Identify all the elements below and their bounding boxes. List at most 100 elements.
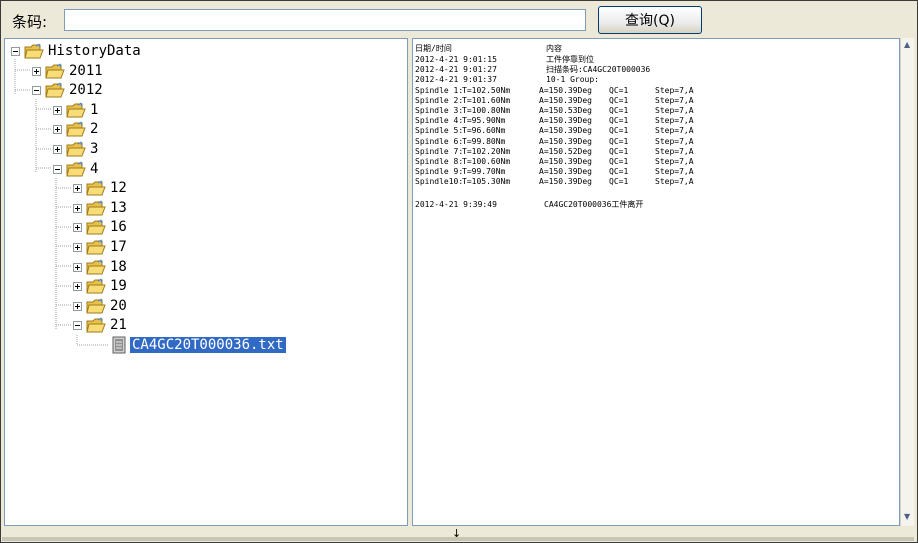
- tree-day-17[interactable]: 17: [73, 237, 129, 257]
- spindle-step: Step=7,A: [655, 106, 694, 115]
- spindle-step: Step=7,A: [655, 157, 694, 166]
- expand-icon[interactable]: [53, 124, 62, 134]
- log-time: 2012-4-21 9:01:37: [415, 75, 497, 85]
- tree-month-2[interactable]: 2: [53, 119, 100, 139]
- tree-root-historydata[interactable]: HistoryData: [11, 41, 143, 61]
- spindle-torque: T=102.20Nm: [462, 147, 511, 156]
- history-tree-panel[interactable]: HistoryData 2011 2012 1 2 3 4 12 13 16 17 18 19 20 21 C…: [4, 38, 408, 526]
- folder-open-icon: [86, 180, 106, 197]
- spindle-qc: QC=1: [609, 96, 629, 105]
- spindle-qc: QC=1: [609, 86, 629, 95]
- tree-item-label: 2011: [69, 63, 103, 79]
- scroll-up-arrow-icon[interactable]: ▲: [904, 40, 910, 49]
- log-header-datetime: 日期/时间: [415, 44, 452, 53]
- spindle-name: Spindle 2:: [415, 96, 464, 105]
- folder-open-icon: [86, 298, 106, 315]
- tree-month-1[interactable]: 1: [53, 100, 100, 120]
- tree-day-12[interactable]: 12: [73, 178, 129, 198]
- log-header-content: 内容: [546, 44, 562, 53]
- tree-day-19[interactable]: 19: [73, 276, 129, 296]
- folder-open-icon: [86, 259, 106, 276]
- spindle-angle: A=150.39Deg: [539, 167, 592, 176]
- collapse-icon[interactable]: [11, 46, 20, 56]
- tree-item-label: HistoryData: [48, 43, 141, 59]
- scroll-down-arrow-icon[interactable]: ▼: [904, 512, 910, 521]
- tree-day-16[interactable]: 16: [73, 217, 129, 237]
- spindle-angle: A=150.53Deg: [539, 106, 592, 115]
- collapse-icon[interactable]: [73, 320, 82, 330]
- tree-item-label: CA4GC20T000036.txt: [130, 337, 286, 353]
- tree-item-label: 2012: [69, 82, 103, 98]
- spindle-angle: A=150.39Deg: [539, 116, 592, 125]
- spindle-step: Step=7,A: [655, 177, 694, 186]
- log-header-row: 日期/时间 内容: [415, 44, 562, 54]
- folder-open-icon: [86, 219, 106, 236]
- spindle-angle: A=150.39Deg: [539, 157, 592, 166]
- folder-open-icon: [66, 161, 86, 178]
- collapse-icon[interactable]: [32, 85, 41, 95]
- spindle-name: Spindle 1:: [415, 86, 464, 95]
- spindle-step: Step=7,A: [655, 96, 694, 105]
- tree-day-13[interactable]: 13: [73, 198, 129, 218]
- spindle-name: Spindle 6:: [415, 137, 464, 146]
- tree-item-label: 13: [110, 200, 127, 216]
- spindle-step: Step=7,A: [655, 147, 694, 156]
- spindle-angle: A=150.39Deg: [539, 86, 592, 95]
- log-vertical-scrollbar[interactable]: ▲ ▼: [900, 38, 914, 526]
- tree-month-4[interactable]: 4: [53, 159, 100, 179]
- spindle-name: Spindle 8:: [415, 157, 464, 166]
- spindle-qc: QC=1: [609, 157, 629, 166]
- tree-month-3[interactable]: 3: [53, 139, 100, 159]
- spindle-angle: A=150.39Deg: [539, 126, 592, 135]
- barcode-input[interactable]: [64, 9, 586, 31]
- tree-file-item[interactable]: CA4GC20T000036.txt: [111, 335, 286, 355]
- log-content: 10-1 Group:: [546, 75, 599, 85]
- bottom-status-strip: [2, 537, 914, 541]
- folder-open-icon: [24, 43, 44, 60]
- log-time: 2012-4-21 9:01:15: [415, 55, 497, 64]
- folder-open-icon: [45, 82, 65, 99]
- tree-item-label: 2: [90, 121, 99, 137]
- expand-icon[interactable]: [73, 281, 82, 291]
- folder-open-icon: [66, 121, 86, 138]
- spindle-qc: QC=1: [609, 126, 629, 135]
- spindle-name: Spindle 7:: [415, 147, 464, 156]
- expand-icon[interactable]: [73, 222, 82, 232]
- expand-icon[interactable]: [73, 242, 82, 252]
- tree-day-20[interactable]: 20: [73, 296, 129, 316]
- expand-icon[interactable]: [73, 183, 82, 193]
- spindle-torque: T=99.80Nm: [462, 137, 506, 146]
- tree-year-2011[interactable]: 2011: [32, 61, 105, 81]
- spindle-qc: QC=1: [609, 177, 629, 186]
- tree-year-2012[interactable]: 2012: [32, 80, 105, 100]
- query-button[interactable]: 查询(Q): [598, 6, 702, 34]
- tree-item-label: 17: [110, 239, 127, 255]
- tree-item-label: 3: [90, 141, 99, 157]
- tree-day-21[interactable]: 21: [73, 315, 129, 335]
- expand-icon[interactable]: [53, 144, 62, 154]
- spindle-qc: QC=1: [609, 147, 629, 156]
- tree-day-18[interactable]: 18: [73, 257, 129, 277]
- barcode-label: 条码:: [12, 13, 48, 31]
- spindle-torque: T=99.70Nm: [462, 167, 506, 176]
- collapse-icon[interactable]: [53, 164, 62, 174]
- expand-icon[interactable]: [32, 66, 41, 76]
- expand-icon[interactable]: [73, 203, 82, 213]
- spindle-torque: T=102.50Nm: [462, 86, 511, 95]
- spindle-name: Spindle 4:: [415, 116, 464, 125]
- text-file-icon: [111, 336, 127, 354]
- spindle-torque: T=105.30Nm: [462, 177, 511, 186]
- tree-item-label: 19: [110, 278, 127, 294]
- tree-item-label: 20: [110, 298, 127, 314]
- folder-open-icon: [45, 63, 65, 80]
- expand-icon[interactable]: [73, 262, 82, 272]
- tree-item-label: 1: [90, 102, 99, 118]
- expand-icon[interactable]: [73, 301, 82, 311]
- spindle-step: Step=7,A: [655, 86, 694, 95]
- log-content: CA4GC20T000036工件离开: [544, 200, 644, 209]
- log-content-panel: 日期/时间 内容 2012-4-21 9:01:15 工件停靠到位 2012-4-2…: [412, 38, 900, 526]
- tree-item-label: 4: [90, 161, 99, 177]
- expand-icon[interactable]: [53, 105, 62, 115]
- spindle-name: Spindle 3:: [415, 106, 464, 115]
- spindle-qc: QC=1: [609, 167, 629, 176]
